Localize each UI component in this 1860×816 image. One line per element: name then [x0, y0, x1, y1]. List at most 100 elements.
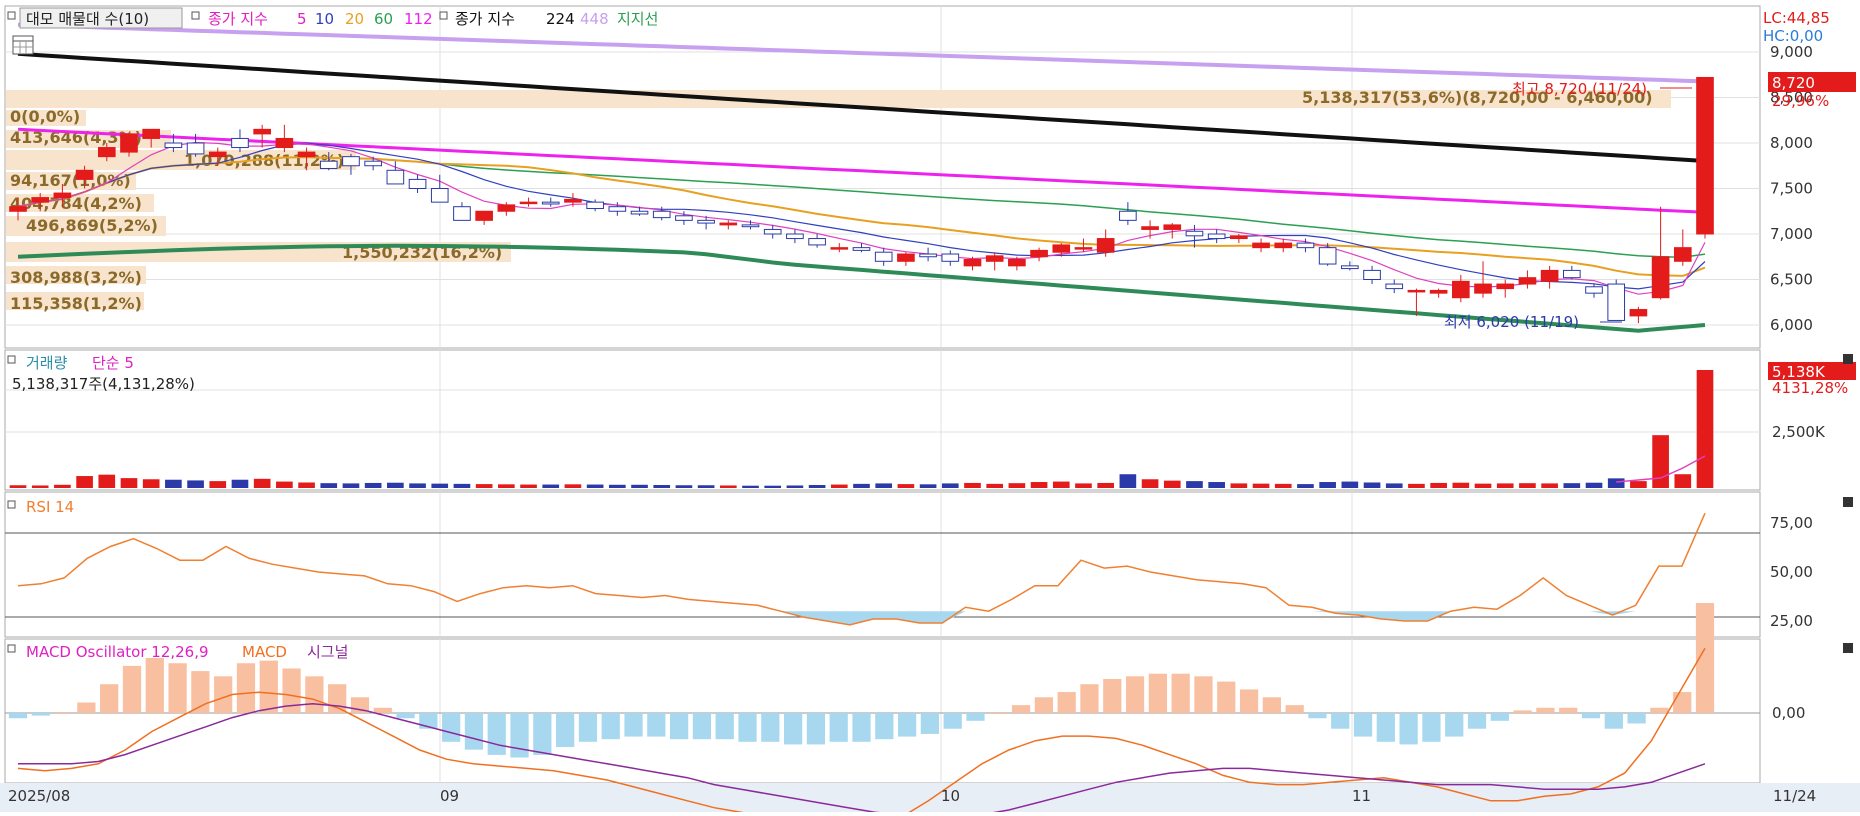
macd-osc-bar: [1171, 673, 1190, 713]
macd-osc-bar: [464, 713, 484, 750]
macd-close-icon[interactable]: [1843, 643, 1853, 653]
volume-title: 거래량: [26, 354, 68, 372]
volume-bar: [1541, 483, 1558, 488]
macd-osc-bar: [761, 713, 780, 742]
macd-osc-bar: [578, 713, 598, 742]
macd-osc-bar: [259, 660, 278, 713]
volume-bar: [542, 484, 560, 488]
volume-bar: [631, 484, 648, 488]
volume-pct: 4131,28%: [1772, 379, 1848, 397]
macd-osc-bar: [1353, 713, 1373, 737]
volume-bar: [1208, 482, 1225, 488]
candle-body: [319, 160, 338, 169]
macd-osc-bar: [1604, 713, 1623, 729]
macd-osc-title: MACD Oscillator 12,26,9: [26, 643, 209, 661]
rsi-title: RSI 14: [26, 498, 74, 516]
macd-osc-bar: [1422, 713, 1441, 742]
candle-body: [1585, 286, 1603, 294]
volume-bar: [564, 484, 582, 488]
candle-body: [1052, 244, 1071, 253]
macd-osc-bar: [1057, 692, 1076, 713]
macd-osc-bar: [1194, 676, 1213, 713]
candle-body: [75, 169, 94, 180]
ma-label-2: 종가 지수: [455, 10, 515, 28]
macd-osc-bar: [533, 713, 552, 755]
candle-body: [1407, 289, 1426, 293]
volume-bar: [1008, 483, 1026, 488]
macd-osc-bar: [920, 713, 940, 734]
candle-body: [1252, 242, 1270, 249]
macd-osc-bar: [77, 702, 96, 713]
macd-osc-bar: [829, 713, 848, 742]
volume-bar: [1519, 483, 1536, 488]
volume-bar: [475, 484, 493, 488]
volume-bar: [1652, 435, 1669, 488]
macd-osc-bar: [943, 713, 962, 729]
rsi-tick: 75,00: [1770, 514, 1813, 532]
candle-body: [1163, 224, 1182, 230]
candle-body: [1474, 283, 1492, 294]
candle-body: [1030, 249, 1048, 258]
macd-osc-bar: [875, 713, 894, 740]
current-price: 8,720: [1772, 74, 1815, 92]
x-label-oct: 10: [941, 787, 960, 805]
candle-body: [97, 147, 116, 158]
x-label-sep: 09: [440, 787, 459, 805]
macd-osc-bar: [1262, 697, 1281, 713]
volume-bar: [276, 481, 293, 488]
volume-bar: [1563, 483, 1581, 488]
volume-bar: [853, 483, 870, 488]
rsi-tick: 25,00: [1770, 612, 1813, 630]
volume-profile-label: 115,358(1,2%): [10, 294, 142, 313]
volume-bar: [586, 484, 604, 488]
macd-osc-bar: [1308, 713, 1327, 719]
macd-osc-bar: [1239, 689, 1259, 713]
volume-bar: [897, 484, 915, 488]
candle-body: [253, 128, 271, 135]
candle-body: [919, 253, 937, 258]
candle-body: [564, 198, 582, 203]
candle-body: [541, 201, 560, 205]
volume-bar: [98, 474, 116, 488]
volume-bar: [409, 483, 426, 488]
macd-osc-bar: [1467, 713, 1487, 729]
candle-body: [786, 233, 804, 240]
candle-body: [1673, 247, 1692, 262]
volume-bar: [1430, 482, 1447, 488]
volume-profile-label: 496,869(5,2%): [26, 216, 158, 235]
macd-osc-bar: [168, 663, 187, 713]
volume-bar: [742, 485, 759, 488]
macd-osc-bar: [510, 713, 529, 758]
calendar-icon[interactable]: [12, 35, 34, 55]
candle-body: [808, 238, 826, 246]
volume-bar: [520, 484, 537, 488]
volume-bar: [498, 484, 515, 488]
candle-body: [9, 206, 27, 212]
price-tick-label: 8,000: [1770, 134, 1813, 152]
candle-body: [1607, 283, 1626, 321]
candle-body: [741, 224, 760, 228]
volume-bar: [1297, 484, 1314, 488]
candle-body: [1629, 309, 1648, 317]
macd-osc-bar: [1331, 713, 1350, 729]
ma-period-112: 112: [404, 10, 433, 28]
volume-bar: [964, 482, 981, 488]
macd-osc-bar: [966, 713, 985, 721]
candle-body: [1141, 226, 1159, 230]
candle-body: [1074, 247, 1093, 250]
rsi-close-icon[interactable]: [1843, 497, 1853, 507]
macd-osc-bar: [806, 713, 826, 745]
volume-bar: [253, 478, 271, 488]
volume-bar: [919, 484, 937, 488]
macd-osc-bar: [1399, 713, 1418, 745]
price-tick-label: 6,500: [1770, 271, 1813, 289]
low-annotation: 최저 6,020 (11/19): [1444, 313, 1579, 331]
macd-osc-bar: [897, 713, 917, 737]
macd-osc-bar: [1285, 705, 1304, 713]
volume-close-icon[interactable]: [1843, 354, 1853, 364]
candle-body: [763, 228, 782, 235]
volume-bar: [675, 485, 693, 488]
candle-body: [675, 215, 693, 221]
volume-bar: [875, 483, 893, 488]
candle-body: [1562, 269, 1581, 279]
